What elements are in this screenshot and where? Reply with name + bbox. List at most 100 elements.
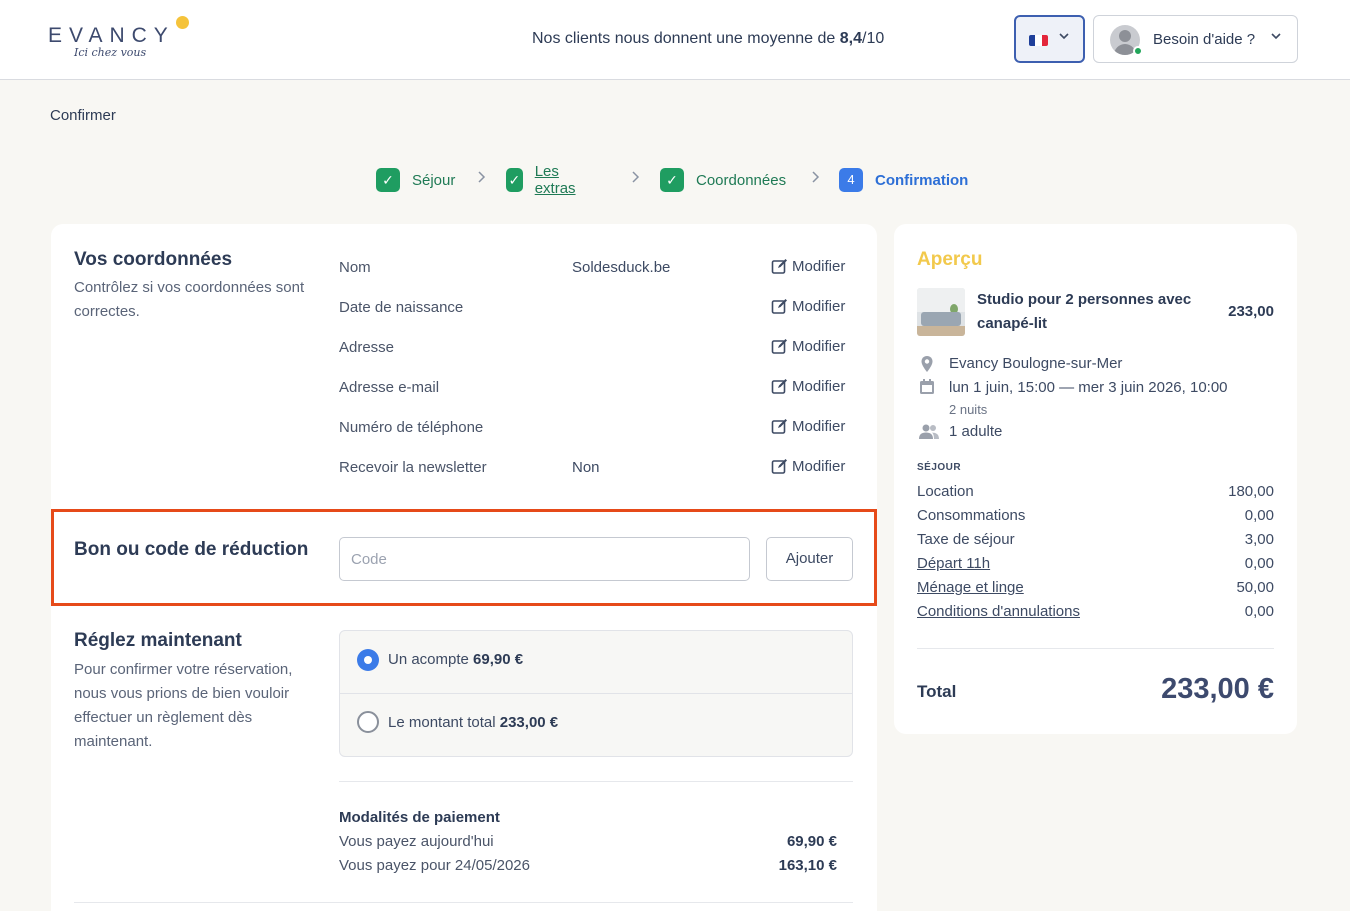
room-name: Studio pour 2 personnes avec canapé-lit xyxy=(977,291,1192,332)
step-coordonnees[interactable]: ✓ Coordonnées xyxy=(660,168,786,192)
step-label: Confirmation xyxy=(875,171,969,189)
nights-text: 2 nuits xyxy=(949,402,988,417)
location-text: Evancy Boulogne-sur-Mer xyxy=(949,355,1123,372)
payment-modalities-title: Modalités de paiement xyxy=(339,809,500,826)
modify-button[interactable]: Modifier xyxy=(771,338,845,355)
price-line-amount: 0,00 xyxy=(1244,555,1274,572)
modify-button[interactable]: Modifier xyxy=(771,378,845,395)
online-status-icon xyxy=(1133,46,1143,56)
logo-text: EVANCY xyxy=(48,24,175,47)
step-label: Séjour xyxy=(412,171,456,189)
price-line-amount: 0,00 xyxy=(1244,603,1274,620)
rating-suffix: /10 xyxy=(862,30,885,47)
field-value: Non xyxy=(572,459,600,476)
price-line-label: Taxe de séjour xyxy=(917,531,1015,548)
price-line-amount: 180,00 xyxy=(1228,483,1274,500)
add-code-button[interactable]: Ajouter xyxy=(766,537,853,581)
price-line-amount: 3,00 xyxy=(1244,531,1274,548)
guests-icon xyxy=(919,424,939,439)
modify-label: Modifier xyxy=(792,458,846,475)
field-label: Adresse xyxy=(339,339,395,356)
field-label: Numéro de téléphone xyxy=(339,419,484,436)
total-label: Total xyxy=(917,682,957,701)
dates-text: lun 1 juin, 15:00 — mer 3 juin 2026, 10:… xyxy=(949,379,1228,396)
modality-label: Vous payez pour 24/05/2026 xyxy=(339,857,530,874)
edit-icon xyxy=(771,259,787,274)
modify-label: Modifier xyxy=(792,338,846,355)
payment-option-label: Le montant total 233,00 € xyxy=(388,714,559,731)
modify-button[interactable]: Modifier xyxy=(771,258,845,275)
guests-text: 1 adulte xyxy=(949,423,1003,440)
modify-label: Modifier xyxy=(792,298,846,315)
modality-amount: 163,10 € xyxy=(778,857,837,874)
modify-label: Modifier xyxy=(792,258,846,275)
payment-options: Un acompte 69,90 € Le montant total 233,… xyxy=(339,630,853,757)
price-line-amount: 0,00 xyxy=(1244,507,1274,524)
rating-score: 8,4 xyxy=(839,30,863,47)
promo-section-title: Bon ou code de réduction xyxy=(74,539,309,560)
contact-section-title: Vos coordonnées xyxy=(74,249,233,270)
edit-icon xyxy=(771,379,787,394)
payment-section-description: Pour confirmer votre réservation, nous v… xyxy=(74,661,293,750)
edit-icon xyxy=(771,299,787,314)
promo-code-input[interactable] xyxy=(339,537,750,581)
price-line-amount: 50,00 xyxy=(1236,579,1274,596)
overview-card: Aperçu Studio pour 2 personnes avec cana… xyxy=(894,224,1297,734)
logo-tagline: Ici chez vous xyxy=(74,46,147,59)
modify-button[interactable]: Modifier xyxy=(771,458,845,475)
field-label: Recevoir la newsletter xyxy=(339,459,487,476)
field-label: Adresse e-mail xyxy=(339,379,440,396)
price-line-link[interactable]: Ménage et linge xyxy=(917,579,1024,596)
modify-label: Modifier xyxy=(792,418,846,435)
help-label: Besoin d'aide ? xyxy=(1153,31,1256,48)
modify-button[interactable]: Modifier xyxy=(771,298,845,315)
radio-selected-icon[interactable] xyxy=(357,649,379,671)
fr-flag-icon xyxy=(1029,35,1048,46)
step-number: 4 xyxy=(839,168,863,192)
chevron-down-icon xyxy=(1270,30,1282,45)
stay-section-label: SÉJOUR xyxy=(917,462,962,473)
contact-section-description: Contrôlez si vos coordonnées sont correc… xyxy=(74,279,305,320)
chevron-down-icon xyxy=(1058,30,1070,45)
step-confirmation: 4 Confirmation xyxy=(839,168,968,192)
overview-title: Aperçu xyxy=(917,249,983,270)
field-label: Date de naissance xyxy=(339,299,464,316)
check-icon: ✓ xyxy=(376,168,400,192)
modality-amount: 69,90 € xyxy=(786,833,837,850)
step-extras[interactable]: ✓ Les extras xyxy=(506,163,583,197)
modify-button[interactable]: Modifier xyxy=(771,418,845,435)
location-pin-icon xyxy=(921,356,933,372)
edit-icon xyxy=(771,419,787,434)
breadcrumb: Confirmer xyxy=(50,107,116,124)
price-line-label: Location xyxy=(917,483,974,500)
divider xyxy=(340,693,852,694)
divider xyxy=(74,902,853,903)
rating-prefix: Nos clients nous donnent une moyenne de xyxy=(532,30,840,47)
language-selector[interactable] xyxy=(1014,15,1085,63)
divider xyxy=(339,781,853,782)
payment-option-label: Un acompte 69,90 € xyxy=(388,651,524,668)
radio-icon[interactable] xyxy=(357,711,379,733)
modify-label: Modifier xyxy=(792,378,846,395)
chevron-right-icon xyxy=(810,170,820,187)
step-label: Coordonnées xyxy=(696,171,787,189)
check-icon: ✓ xyxy=(660,168,684,192)
price-line-link[interactable]: Conditions d'annulations xyxy=(917,603,1080,620)
field-value: Soldesduck.be xyxy=(572,259,671,276)
chevron-right-icon xyxy=(630,170,640,187)
field-label: Nom xyxy=(339,259,371,276)
total-amount: 233,00 € xyxy=(1161,673,1274,705)
step-label: Les extras xyxy=(534,163,576,197)
edit-icon xyxy=(771,339,787,354)
room-price: 233,00 xyxy=(1228,303,1274,320)
step-sejour[interactable]: ✓ Séjour xyxy=(376,168,455,192)
divider xyxy=(917,648,1274,649)
payment-section-title: Réglez maintenant xyxy=(74,630,242,651)
check-icon: ✓ xyxy=(506,168,523,192)
price-line-label: Consommations xyxy=(917,507,1026,524)
calendar-icon xyxy=(920,379,934,394)
sun-icon xyxy=(176,16,189,29)
help-menu-button[interactable]: Besoin d'aide ? xyxy=(1093,15,1298,63)
evancy-logo[interactable]: EVANCY Ici chez vous xyxy=(48,16,198,66)
price-line-link[interactable]: Départ 11h xyxy=(917,555,990,572)
